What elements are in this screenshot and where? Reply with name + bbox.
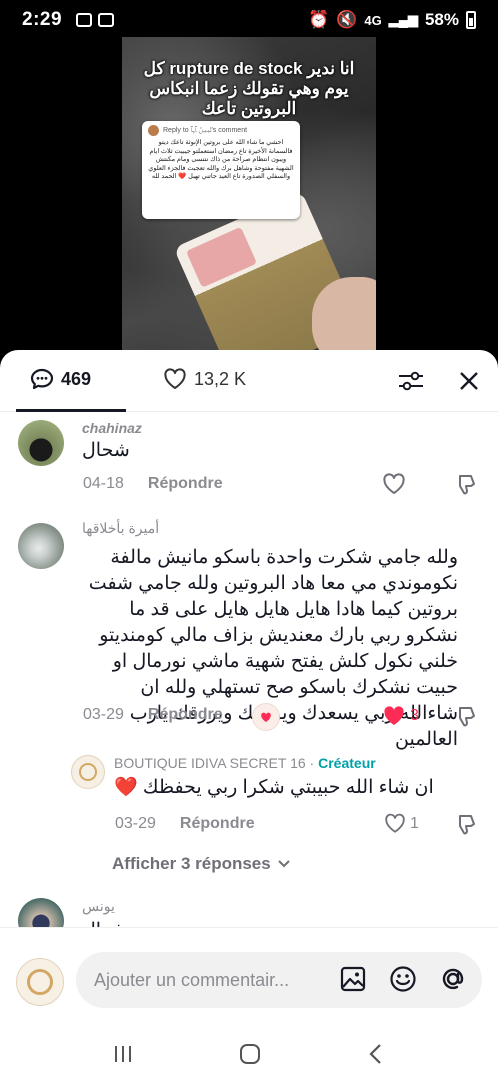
tab-likes[interactable]: 13,2 K	[163, 368, 246, 390]
recents-button[interactable]	[112, 1043, 134, 1070]
reply-card-avatar	[148, 125, 159, 136]
recents-icon	[115, 1045, 131, 1062]
thumbs-down-icon	[459, 815, 475, 835]
comment-input-bar: Ajouter un commentair...	[0, 927, 498, 1035]
back-icon	[369, 1043, 381, 1064]
comment-item: أميرة بأخلاقها ولله جامي شكرت واحدة باسك…	[0, 520, 498, 753]
show-more-label: Afficher 3 réponses	[112, 854, 271, 873]
mute-icon: 🔇	[336, 10, 358, 29]
avatar[interactable]	[18, 420, 64, 466]
system-nav-bar	[0, 1032, 498, 1080]
emoji-button[interactable]	[388, 964, 418, 994]
emoji-icon	[390, 966, 416, 992]
hand-image	[312, 277, 376, 357]
filter-button[interactable]	[396, 366, 426, 396]
reply-card-to: Reply to ليـﯾـنّ ﭑﮩﭑ's comment	[163, 126, 248, 134]
status-notification-icons	[76, 13, 115, 27]
gallery-icon	[76, 13, 93, 27]
signal-icon: ▂▄▆	[388, 12, 418, 27]
reply-item: BOUTIQUE IDIVA SECRET 16 · Créateur ان ش…	[0, 755, 498, 845]
dislike-button[interactable]	[454, 705, 478, 729]
comment-bubble-icon	[30, 368, 54, 390]
creator-badge: Créateur	[318, 755, 376, 771]
comment-item: chahinaz شحال 04-18 Répondre	[0, 420, 498, 500]
comment-username[interactable]: chahinaz	[82, 420, 142, 436]
input-icons	[338, 964, 468, 994]
battery-icon	[466, 11, 476, 29]
network-type: 4G	[364, 12, 382, 28]
status-right-icons: ⏰ 🔇 4G ▂▄▆ 58%	[308, 10, 476, 30]
like-button[interactable]	[382, 473, 406, 495]
at-sign-icon	[442, 968, 464, 990]
name-separator: ·	[305, 755, 319, 771]
comment-input-placeholder: Ajouter un commentair...	[94, 969, 290, 990]
screen: 2:29 ⏰ 🔇 4G ▂▄▆ 58% انا ندير rupture de …	[0, 0, 498, 1080]
close-button[interactable]	[454, 366, 484, 396]
tab-comments[interactable]: 469	[30, 368, 91, 390]
sheet-header: 469 13,2 K	[0, 350, 498, 412]
reply-button[interactable]: Répondre	[148, 475, 223, 493]
dislike-button[interactable]	[454, 813, 478, 837]
heart-filled-icon	[261, 712, 271, 722]
comment-date: 04-18	[83, 475, 124, 492]
chevron-down-icon	[278, 860, 290, 868]
video-thumbnail[interactable]: انا ندير rupture de stock كل يوم وهي تقو…	[122, 37, 376, 357]
like-count: 3	[410, 707, 419, 724]
youtube-icon	[98, 13, 115, 27]
active-tab-indicator	[16, 409, 126, 412]
battery-percent: 58%	[424, 10, 459, 29]
comment-text: شحال	[82, 440, 130, 461]
reply-button[interactable]: Répondre	[148, 706, 223, 724]
comment-username[interactable]: يونس	[82, 898, 115, 915]
home-button[interactable]	[238, 1042, 262, 1071]
home-icon	[240, 1043, 260, 1064]
like-button[interactable]: 3	[382, 705, 419, 727]
thumbs-down-icon	[459, 475, 475, 495]
reply-date: 03-29	[115, 815, 156, 832]
comments-count: 469	[61, 368, 92, 389]
likes-count: 13,2 K	[194, 368, 247, 389]
reply-text: ان شاء الله حبيبتي شكرا ربي يحفظك ❤️	[114, 777, 434, 798]
video-caption: انا ندير rupture de stock كل يوم وهي تقو…	[143, 59, 355, 118]
show-more-replies-button[interactable]: Afficher 3 réponses	[112, 854, 291, 874]
back-button[interactable]	[366, 1042, 386, 1071]
comment-date: 03-29	[83, 706, 124, 723]
reply-meta: 03-29 Répondre	[115, 815, 255, 833]
avatar[interactable]	[71, 755, 105, 789]
like-count: 1	[410, 814, 419, 832]
reply-username-line: BOUTIQUE IDIVA SECRET 16 · Créateur	[114, 755, 376, 771]
creator-liked-badge	[252, 703, 280, 731]
reply-button[interactable]: Répondre	[180, 815, 255, 833]
comment-meta: 04-18 Répondre	[83, 475, 223, 493]
mention-button[interactable]	[438, 964, 468, 994]
my-avatar[interactable]	[16, 958, 64, 1006]
reply-card-header: Reply to ليـﯾـنّ ﭑﮩﭑ's comment	[148, 125, 294, 136]
heart-filled-icon	[384, 706, 404, 725]
image-button[interactable]	[338, 964, 368, 994]
reply-username[interactable]: BOUTIQUE IDIVA SECRET 16	[114, 755, 306, 771]
like-button[interactable]: 1	[384, 813, 419, 834]
comment-meta: 03-29 Répondre	[83, 706, 223, 724]
reply-card: Reply to ليـﯾـنّ ﭑﮩﭑ's comment احشي ما ش…	[142, 121, 300, 219]
heart-outline-icon	[385, 813, 405, 833]
reply-card-text: احشي ما شاء الله على بروتين الإنوثة تاعك…	[148, 139, 294, 181]
avatar[interactable]	[18, 523, 64, 569]
status-bar: 2:29 ⏰ 🔇 4G ▂▄▆ 58%	[0, 0, 498, 40]
comment-input[interactable]: Ajouter un commentair...	[76, 952, 482, 1008]
status-time: 2:29	[22, 9, 63, 30]
comment-username[interactable]: أميرة بأخلاقها	[82, 520, 159, 537]
close-icon	[460, 372, 478, 390]
sliders-icon	[399, 371, 423, 391]
thumbs-down-icon	[459, 707, 475, 727]
heart-outline-icon	[383, 473, 405, 494]
image-icon	[340, 966, 366, 992]
alarm-icon: ⏰	[308, 10, 330, 29]
heart-outline-icon	[164, 368, 186, 389]
dislike-button[interactable]	[454, 473, 478, 497]
